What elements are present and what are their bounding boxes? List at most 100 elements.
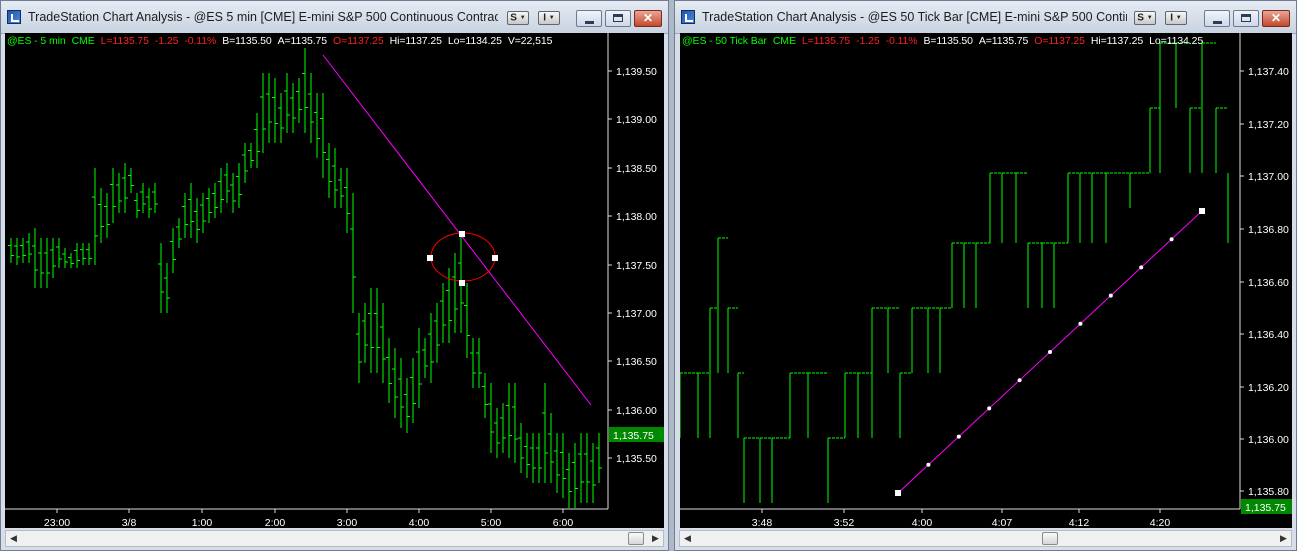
- horizontal-scrollbar[interactable]: ◀ ▶: [679, 530, 1292, 547]
- symbol-label: @ES - 5 min: [7, 35, 66, 47]
- price-tick-label: 1,137.00: [1248, 171, 1289, 183]
- ellipse-handle[interactable]: [427, 255, 433, 261]
- trendline-drawing[interactable]: [322, 54, 592, 406]
- price-chart-5min[interactable]: 1,139.50 1,139.00 1,138.50 1,138.00 1,137.50…: [5, 33, 664, 528]
- trendline-point: [926, 462, 931, 467]
- high-price: Hi=1137.25: [389, 35, 442, 47]
- price-tick-label: 1,137.20: [1248, 119, 1289, 131]
- trendline-point: [1108, 293, 1113, 298]
- maximize-icon: [1241, 14, 1251, 22]
- ellipse-handle[interactable]: [459, 280, 465, 286]
- chart-canvas[interactable]: 1,139.50 1,139.00 1,138.50 1,138.00 1,137.50…: [5, 33, 664, 528]
- percent-change: -0.11%: [885, 35, 918, 47]
- symbol-link-s-button[interactable]: S ▼: [507, 11, 529, 25]
- indicator-i-button[interactable]: I ▼: [538, 11, 560, 25]
- close-icon: ✕: [642, 11, 654, 25]
- chart-canvas[interactable]: 1,137.40 1,137.20 1,137.00 1,136.80 1,136.60…: [680, 33, 1292, 528]
- price-tick-label: 1,136.00: [616, 405, 657, 417]
- title-bar[interactable]: TradeStation Chart Analysis - @ES 5 min …: [1, 1, 668, 34]
- scroll-thumb[interactable]: [628, 532, 644, 545]
- trendline-point: [987, 406, 992, 411]
- minimize-button[interactable]: [1204, 10, 1230, 27]
- time-tick-label: 3:48: [752, 517, 773, 528]
- minimize-button[interactable]: [576, 10, 602, 27]
- time-tick-label: 3:52: [834, 517, 855, 528]
- open-price: O=1137.25: [333, 35, 384, 47]
- scroll-right-icon[interactable]: ▶: [648, 531, 663, 546]
- window-title: TradeStation Chart Analysis - @ES 5 min …: [28, 10, 498, 24]
- chart-status-line: @ES - 5 min CME L=1135.75 -1.25 -0.11% B=1135…: [7, 35, 558, 47]
- trendline-start-handle[interactable]: [895, 490, 901, 496]
- exchange-label: CME: [772, 35, 796, 47]
- time-tick-label: 3/8: [122, 517, 137, 528]
- scroll-right-icon[interactable]: ▶: [1276, 531, 1291, 546]
- tradestation-app-icon: [7, 10, 21, 24]
- high-price: Hi=1137.25: [1090, 35, 1144, 47]
- trendline-end-handle[interactable]: [1199, 208, 1205, 214]
- maximize-icon: [613, 14, 623, 22]
- price-tick-label: 1,138.00: [616, 211, 657, 223]
- price-tick-label: 1,137.00: [616, 308, 657, 320]
- minimize-icon: [1213, 21, 1222, 24]
- trendline-point: [956, 434, 961, 439]
- time-tick-label: 4:12: [1069, 517, 1090, 528]
- ask-price: A=1135.75: [277, 35, 328, 47]
- time-tick-label: 4:20: [1150, 517, 1171, 528]
- time-tick-label: 4:00: [912, 517, 933, 528]
- ask-price: A=1135.75: [978, 35, 1029, 47]
- price-chart-tick[interactable]: 1,137.40 1,137.20 1,137.00 1,136.80 1,136.60…: [680, 33, 1292, 528]
- chart-window-5min[interactable]: TradeStation Chart Analysis - @ES 5 min …: [0, 0, 669, 551]
- low-price: Lo=1134.25: [1149, 35, 1204, 47]
- maximize-button[interactable]: [1233, 10, 1259, 27]
- time-tick-label: 4:00: [409, 517, 430, 528]
- indicator-i-button[interactable]: I ▼: [1165, 11, 1187, 25]
- net-change: -1.25: [856, 35, 880, 47]
- symbol-link-s-button[interactable]: S ▼: [1134, 11, 1156, 25]
- maximize-button[interactable]: [605, 10, 631, 27]
- tradestation-app-icon: [681, 10, 695, 24]
- exchange-label: CME: [71, 35, 95, 47]
- price-tick-label: 1,137.50: [616, 260, 657, 272]
- last-price: L=1135.75: [801, 35, 851, 47]
- last-price-tag-label: 1,135.75: [613, 430, 654, 442]
- close-icon: ✕: [1270, 11, 1282, 25]
- close-button[interactable]: ✕: [634, 10, 662, 27]
- close-button[interactable]: ✕: [1262, 10, 1290, 27]
- minimize-icon: [585, 21, 594, 24]
- chart-window-tick[interactable]: TradeStation Chart Analysis - @ES 50 Tic…: [674, 0, 1297, 551]
- volume: V=22,515: [507, 35, 553, 47]
- price-tick-label: 1,136.00: [1248, 434, 1289, 446]
- price-tick-label: 1,138.50: [616, 163, 657, 175]
- ellipse-drawing[interactable]: [430, 232, 496, 282]
- bid-price: B=1135.50: [222, 35, 272, 47]
- trendline-point: [1078, 321, 1083, 326]
- time-tick-label: 2:00: [265, 517, 286, 528]
- time-tick-label: 23:00: [44, 517, 70, 528]
- trendline-point: [1139, 265, 1144, 270]
- scroll-left-icon[interactable]: ◀: [6, 531, 21, 546]
- symbol-label: @ES - 50 Tick Bar: [682, 35, 767, 47]
- trendline-point: [1017, 378, 1022, 383]
- open-price: O=1137.25: [1034, 35, 1085, 47]
- window-title: TradeStation Chart Analysis - @ES 50 Tic…: [702, 10, 1127, 24]
- low-price: Lo=1134.25: [447, 35, 502, 47]
- trendline-point: [1169, 237, 1174, 242]
- title-bar[interactable]: TradeStation Chart Analysis - @ES 50 Tic…: [675, 1, 1296, 34]
- time-tick-label: 5:00: [481, 517, 502, 528]
- price-tick-label: 1,136.80: [1248, 224, 1289, 236]
- percent-change: -0.11%: [184, 35, 217, 47]
- bid-price: B=1135.50: [923, 35, 973, 47]
- price-tick-label: 1,135.50: [616, 453, 657, 465]
- price-tick-label: 1,135.80: [1248, 486, 1289, 498]
- ellipse-handle[interactable]: [492, 255, 498, 261]
- time-tick-label: 3:00: [337, 517, 358, 528]
- ellipse-handle[interactable]: [459, 231, 465, 237]
- last-price-tag-label: 1,135.75: [1245, 502, 1286, 514]
- price-tick-label: 1,136.20: [1248, 382, 1289, 394]
- price-tick-label: 1,137.40: [1248, 66, 1289, 78]
- scroll-thumb[interactable]: [1042, 532, 1058, 545]
- horizontal-scrollbar[interactable]: ◀ ▶: [5, 530, 664, 547]
- scroll-left-icon[interactable]: ◀: [680, 531, 695, 546]
- price-tick-label: 1,139.50: [616, 66, 657, 78]
- time-tick-label: 6:00: [553, 517, 574, 528]
